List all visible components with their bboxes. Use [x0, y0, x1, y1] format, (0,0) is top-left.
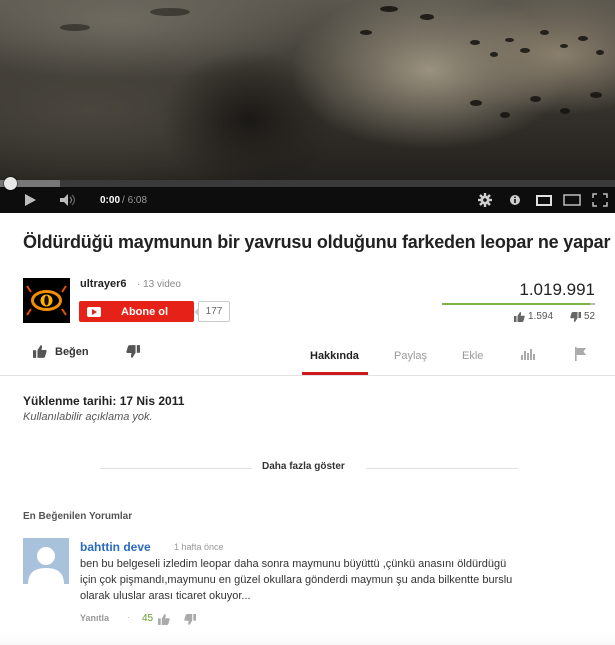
thumbs-down-icon[interactable]	[184, 612, 196, 630]
youtube-play-icon	[87, 306, 101, 317]
like-label: Beğen	[55, 345, 89, 358]
divider	[0, 375, 615, 376]
divider	[100, 468, 252, 469]
comment-line: ben bu belgeseli izledim leopar daha son…	[80, 558, 507, 570]
comment-text: ben bu belgeseli izledim leopar daha son…	[80, 556, 590, 604]
video-frame[interactable]	[0, 0, 615, 180]
sentiment-bar	[442, 303, 595, 305]
avatar[interactable]	[23, 538, 69, 584]
tab-share[interactable]: Paylaş	[394, 350, 427, 362]
time-display: 0:00 / 6:08	[100, 187, 147, 213]
comment-line: olarak uluslar arası ticaret okuyor...	[80, 590, 251, 602]
tab-about[interactable]: Hakkında	[310, 350, 359, 362]
progress-bar[interactable]	[0, 177, 615, 190]
divider	[366, 468, 518, 469]
thumbs-down-icon	[570, 311, 581, 322]
reply-button[interactable]: Yanıtla	[80, 613, 109, 623]
gear-icon[interactable]	[478, 187, 492, 213]
view-count: 1.019.991	[519, 280, 595, 299]
play-icon[interactable]	[24, 187, 36, 213]
channel-avatar[interactable]	[23, 278, 70, 323]
comment-time[interactable]: 1 hafta önce	[174, 542, 224, 552]
sentiment-like-fill	[442, 303, 591, 305]
separator-dot: ·	[127, 612, 130, 622]
large-player-icon[interactable]	[563, 187, 581, 213]
no-description-text: Kullanılabilir açıklama yok.	[23, 411, 153, 423]
upload-date: Yüklenme tarihi: 17 Nis 2011	[23, 394, 185, 408]
time-current: 0:00	[100, 194, 121, 206]
tab-stats[interactable]	[521, 348, 535, 363]
page-fade	[0, 632, 615, 645]
volume-icon[interactable]	[60, 187, 78, 213]
like-count: 1.594	[528, 311, 554, 322]
thumbs-up-icon	[514, 311, 525, 322]
dislike-count: 52	[584, 311, 596, 322]
stats-icon	[521, 349, 535, 360]
video-title: Öldürdüğü maymunun bir yavrusu olduğunu …	[23, 232, 611, 252]
flag-icon	[575, 347, 586, 361]
thumbs-down-icon	[126, 345, 140, 358]
dislike-button[interactable]	[126, 345, 140, 363]
fullscreen-icon[interactable]	[592, 187, 608, 213]
channel-name[interactable]: ultrayer6	[80, 278, 126, 290]
comment-line: için çok pişmandı,maymunu en güzel okull…	[80, 574, 513, 586]
tab-report[interactable]	[575, 347, 587, 364]
tab-add[interactable]: Ekle	[462, 350, 483, 362]
small-player-icon[interactable]	[536, 187, 552, 213]
show-more-button[interactable]: Daha fazla göster	[262, 461, 345, 472]
subscribe-button[interactable]: Abone ol	[79, 301, 194, 322]
comments-heading: En Beğenilen Yorumlar	[23, 511, 133, 522]
thumbs-up-icon	[33, 345, 47, 358]
comment-like-count: 45	[142, 613, 154, 624]
video-count: · 13 video	[137, 279, 181, 290]
video-player[interactable]: 0:00 / 6:08	[0, 0, 615, 213]
dislike-stat: 52	[570, 311, 595, 322]
like-button[interactable]: Beğen	[33, 345, 89, 358]
subscribe-label: Abone ol	[121, 305, 169, 318]
like-stat: 1.594	[514, 311, 553, 322]
time-duration: / 6:08	[122, 194, 148, 206]
subscriber-count: 177	[194, 301, 230, 322]
info-icon[interactable]	[509, 187, 521, 213]
player-controls: 0:00 / 6:08	[0, 187, 615, 213]
comment-author[interactable]: bahttin deve	[80, 540, 151, 554]
thumbs-up-icon[interactable]	[158, 612, 170, 630]
